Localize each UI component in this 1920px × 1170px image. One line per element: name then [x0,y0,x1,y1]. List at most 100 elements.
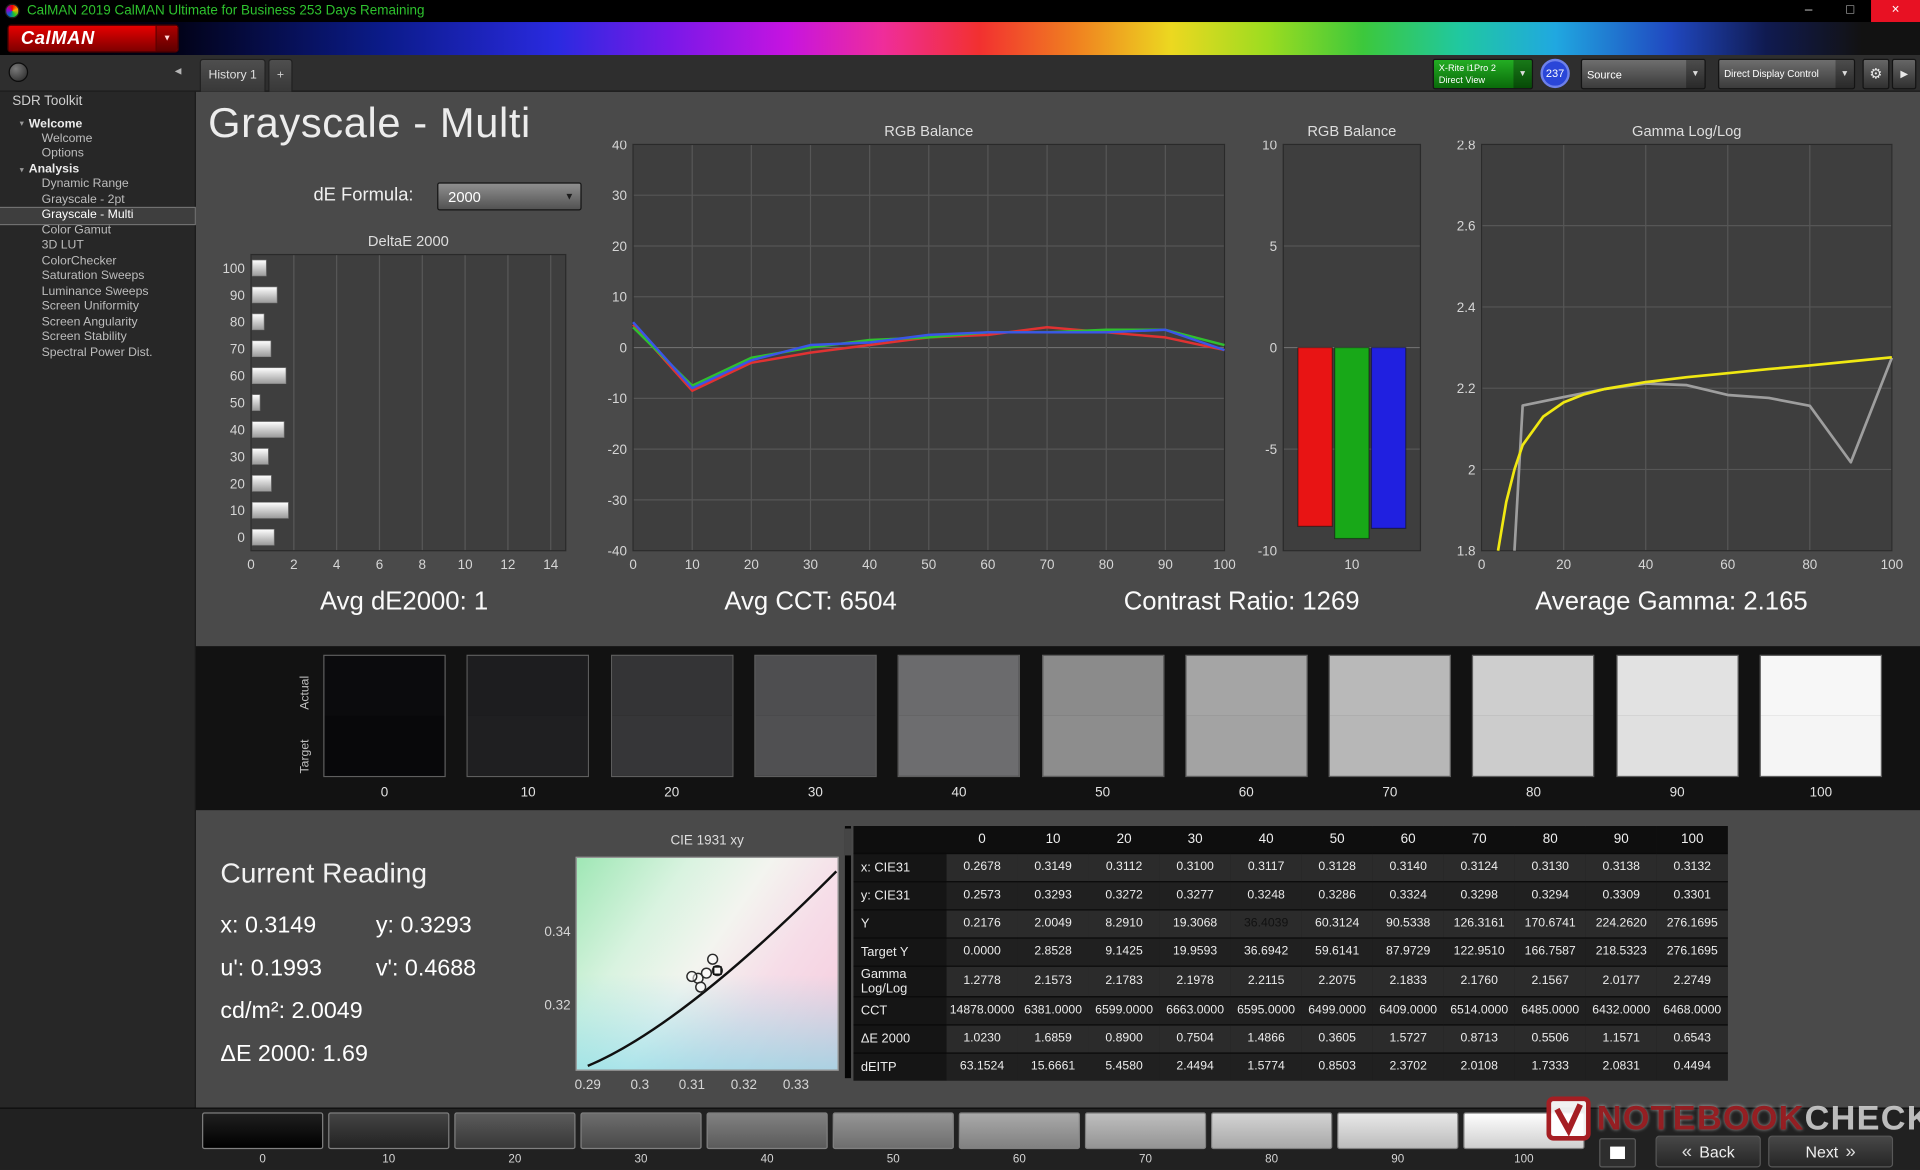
table-cell[interactable]: 2.8528 [1017,936,1089,966]
table-cell[interactable]: 0.3124 [1443,852,1515,882]
level-button-40[interactable] [706,1112,828,1150]
sidebar-item-grayscale-2pt[interactable]: Grayscale - 2pt [0,193,195,208]
page-view-button[interactable] [1599,1138,1636,1168]
table-cell[interactable]: 0.3286 [1301,880,1373,910]
measurement-count-badge[interactable]: 237 [1540,58,1570,89]
de-formula-dropdown[interactable]: 2000 ▼ [437,182,582,211]
table-cell[interactable]: 1.2778 [946,964,1018,997]
table-cell[interactable]: 0.3132 [1656,852,1728,882]
level-button-90[interactable] [1337,1112,1459,1150]
sidebar-item-options[interactable]: Options [0,147,195,162]
table-cell[interactable]: 0.2176 [946,908,1018,938]
table-cell[interactable]: 2.4494 [1159,1051,1231,1081]
sidebar-item-luminance-sweeps[interactable]: Luminance Sweeps [0,285,195,300]
table-cell[interactable]: 90.5338 [1372,908,1444,938]
table-cell[interactable]: 0.7504 [1159,1023,1231,1053]
table-cell[interactable]: 276.1695 [1656,936,1728,966]
table-cell[interactable]: 6499.0000 [1301,995,1373,1025]
sidebar-section-analysis[interactable]: ▾ Analysis [0,162,195,177]
table-cell[interactable]: 0.3309 [1585,880,1657,910]
table-cell[interactable]: 2.1783 [1088,964,1160,997]
table-cell[interactable]: 1.5727 [1372,1023,1444,1053]
sidebar-item-screen-angularity[interactable]: Screen Angularity [0,315,195,330]
table-cell[interactable]: 9.1425 [1088,936,1160,966]
table-cell[interactable]: 15.6661 [1017,1051,1089,1081]
workflow-menu-button[interactable] [8,62,29,82]
table-cell[interactable]: 0.0000 [946,936,1018,966]
table-cell[interactable]: 218.5323 [1585,936,1657,966]
table-cell[interactable]: 6663.0000 [1159,995,1231,1025]
table-cell[interactable]: 0.8900 [1088,1023,1160,1053]
table-cell[interactable]: 0.3324 [1372,880,1444,910]
display-control-dropdown[interactable]: Direct Display Control ▼ [1717,58,1856,90]
level-button-50[interactable] [832,1112,954,1150]
tab-history-1[interactable]: History 1 [199,58,266,92]
table-cell[interactable]: 122.9510 [1443,936,1515,966]
sidebar-item-saturation-sweeps[interactable]: Saturation Sweeps [0,269,195,284]
table-cell[interactable]: 0.3272 [1088,880,1160,910]
sidebar-item-screen-stability[interactable]: Screen Stability [0,330,195,345]
level-button-30[interactable] [580,1112,702,1150]
table-cell[interactable]: 0.3128 [1301,852,1373,882]
table-cell[interactable]: 0.3298 [1443,880,1515,910]
sidebar-item-dynamic-range[interactable]: Dynamic Range [0,177,195,192]
table-cell[interactable]: 224.2620 [1585,908,1657,938]
table-cell[interactable]: 126.3161 [1443,908,1515,938]
table-cell[interactable]: 8.2910 [1088,908,1160,938]
sidebar-item-screen-uniformity[interactable]: Screen Uniformity [0,300,195,315]
sidebar-section-welcome[interactable]: ▾ Welcome [0,116,195,131]
table-cell[interactable]: 2.2075 [1301,964,1373,997]
table-cell[interactable]: 2.0831 [1585,1051,1657,1081]
table-cell[interactable]: 0.8503 [1301,1051,1373,1081]
table-cell[interactable]: 0.6543 [1656,1023,1728,1053]
sidebar-item-grayscale-multi[interactable]: Grayscale - Multi [0,206,196,225]
table-cell[interactable]: 0.3149 [1017,852,1089,882]
table-cell[interactable]: 14878.0000 [946,995,1018,1025]
table-cell[interactable]: 0.3294 [1514,880,1586,910]
table-cell[interactable]: 0.2573 [946,880,1018,910]
table-cell[interactable]: 6595.0000 [1230,995,1302,1025]
add-tab-button[interactable]: + [268,58,293,92]
table-cell[interactable]: 0.3117 [1230,852,1302,882]
table-cell[interactable]: 2.0108 [1443,1051,1515,1081]
table-cell[interactable]: 5.4580 [1088,1051,1160,1081]
table-cell[interactable]: 0.3130 [1514,852,1586,882]
table-cell[interactable]: 6468.0000 [1656,995,1728,1025]
table-cell[interactable]: 6409.0000 [1372,995,1444,1025]
table-cell[interactable]: 0.3112 [1088,852,1160,882]
table-cell[interactable]: 6599.0000 [1088,995,1160,1025]
table-cell[interactable]: 1.4866 [1230,1023,1302,1053]
meter-dropdown[interactable]: X-Rite i1Pro 2 Direct View ▼ [1432,58,1534,90]
level-button-70[interactable] [1084,1112,1207,1150]
table-cell[interactable]: 0.3277 [1159,880,1231,910]
settings-gear-button[interactable]: ⚙ [1862,58,1890,90]
table-cell[interactable]: 276.1695 [1656,908,1728,938]
sidebar-item-color-gamut[interactable]: Color Gamut [0,223,195,238]
next-button[interactable]: Next » [1768,1135,1894,1168]
close-button[interactable]: × [1871,0,1920,23]
table-cell[interactable]: 87.9729 [1372,936,1444,966]
table-cell[interactable]: 2.3702 [1372,1051,1444,1081]
table-scrollbar-handle[interactable] [844,828,852,856]
table-cell[interactable]: 6381.0000 [1017,995,1089,1025]
source-dropdown[interactable]: Source ▼ [1580,58,1706,90]
forward-arrow-button[interactable]: ▶ [1891,58,1917,90]
table-cell[interactable]: 19.3068 [1159,908,1231,938]
maximize-button[interactable]: □ [1829,0,1871,22]
table-cell[interactable]: 2.0177 [1585,964,1657,997]
table-cell[interactable]: 0.3293 [1017,880,1089,910]
table-cell[interactable]: 2.1760 [1443,964,1515,997]
table-cell[interactable]: 19.9593 [1159,936,1231,966]
level-button-20[interactable] [454,1112,576,1150]
table-cell[interactable]: 0.8713 [1443,1023,1515,1053]
level-button-10[interactable] [328,1112,450,1150]
table-cell[interactable]: 166.7587 [1514,936,1586,966]
table-cell[interactable]: 36.4039 [1230,908,1302,938]
table-cell[interactable]: 1.1571 [1585,1023,1657,1053]
sidebar-item-welcome[interactable]: Welcome [0,132,195,147]
table-cell[interactable]: 60.3124 [1301,908,1373,938]
table-cell[interactable]: 0.4494 [1656,1051,1728,1081]
table-cell[interactable]: 59.6141 [1301,936,1373,966]
table-cell[interactable]: 0.5506 [1514,1023,1586,1053]
level-button-0[interactable] [202,1112,324,1150]
